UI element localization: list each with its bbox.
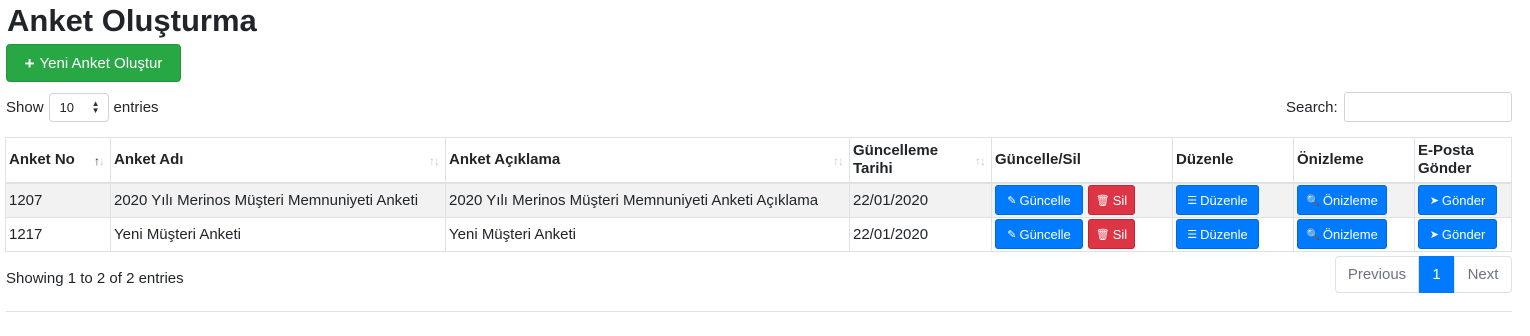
entries-label: entries: [113, 98, 159, 116]
list-icon: ☰: [1187, 194, 1198, 207]
column-header-guncelleme-tarihi[interactable]: Güncelleme Tarihi ↑↓: [849, 137, 992, 184]
entries-select-value: 10: [59, 99, 74, 115]
search-input[interactable]: [1343, 92, 1512, 122]
list-icon: ☰: [1187, 228, 1198, 241]
column-header-onizleme: Önizleme: [1293, 137, 1415, 184]
trash-icon: 🗑: [1095, 194, 1110, 207]
entries-length-control: Show 10 ▲ ▼ entries: [6, 92, 159, 122]
new-survey-button[interactable]: + Yeni Anket Oluştur: [6, 44, 181, 82]
sort-icon: ↑↓: [975, 154, 986, 168]
search-icon: 🔍: [1306, 228, 1320, 241]
cell-onizleme: 🔍 Önizleme: [1293, 216, 1415, 252]
pagination-page-1[interactable]: 1: [1419, 256, 1454, 293]
send-button[interactable]: ➤ Gönder: [1418, 219, 1497, 249]
cell-anket-aciklama: Yeni Müşteri Anketi: [445, 216, 850, 252]
column-header-anket-adi[interactable]: Anket Adı ↑↓: [110, 137, 446, 184]
cell-anket-no: 1207: [5, 182, 111, 218]
footer-divider: [6, 311, 1512, 312]
page-title: Anket Oluşturma: [7, 3, 257, 38]
table-header-row: Anket No ↑↓ Anket Adı ↑↓ Anket Açıklama …: [5, 137, 1512, 184]
edit-button[interactable]: ☰ Düzenle: [1176, 219, 1259, 249]
show-label: Show: [6, 98, 44, 116]
cell-anket-aciklama: 2020 Yılı Merinos Müşteri Memnuniyeti An…: [445, 182, 850, 218]
delete-button[interactable]: 🗑 Sil: [1088, 185, 1135, 216]
sort-asc-icon: ↑↓: [94, 154, 105, 168]
survey-table: Anket No ↑↓ Anket Adı ↑↓ Anket Açıklama …: [5, 137, 1512, 252]
cell-anket-adi: 2020 Yılı Merinos Müşteri Memnuniyeti An…: [110, 182, 446, 218]
cell-guncelleme-tarihi: 22/01/2020: [849, 216, 992, 252]
preview-button[interactable]: 🔍 Önizleme: [1297, 185, 1387, 216]
cell-e-posta-gonder: ➤ Gönder: [1414, 182, 1512, 218]
column-header-anket-no[interactable]: Anket No ↑↓: [5, 137, 111, 184]
entries-select[interactable]: 10 ▲ ▼: [48, 92, 109, 122]
pagination-previous[interactable]: Previous: [1335, 256, 1419, 293]
paper-plane-icon: ➤: [1429, 228, 1439, 241]
search-icon: 🔍: [1306, 194, 1320, 207]
select-arrows-icon: ▲ ▼: [91, 99, 100, 115]
cell-e-posta-gonder: ➤ Gönder: [1414, 216, 1512, 252]
column-header-guncelle-sil: Güncelle/Sil: [991, 137, 1173, 184]
pencil-icon: ✎: [1007, 228, 1017, 241]
column-header-anket-aciklama[interactable]: Anket Açıklama ↑↓: [445, 137, 850, 184]
plus-icon: +: [24, 53, 35, 73]
table-row: 1217 Yeni Müşteri Anketi Yeni Müşteri An…: [5, 216, 1512, 252]
table-info: Showing 1 to 2 of 2 entries: [6, 270, 184, 287]
update-button[interactable]: ✎ Güncelle: [995, 185, 1083, 216]
column-header-duzenle: Düzenle: [1172, 137, 1294, 184]
sort-icon: ↑↓: [833, 154, 844, 168]
cell-duzenle: ☰ Düzenle: [1172, 182, 1294, 218]
send-button[interactable]: ➤ Gönder: [1418, 185, 1497, 216]
cell-duzenle: ☰ Düzenle: [1172, 216, 1294, 252]
sort-icon: ↑↓: [429, 154, 440, 168]
trash-icon: 🗑: [1095, 228, 1110, 241]
pagination-next[interactable]: Next: [1454, 256, 1512, 293]
cell-guncelle-sil: ✎ Güncelle 🗑 Sil: [991, 216, 1173, 252]
cell-anket-adi: Yeni Müşteri Anketi: [110, 216, 446, 252]
search-label: Search:: [1286, 98, 1338, 116]
pagination: Previous 1 Next: [1335, 256, 1512, 293]
cell-guncelle-sil: ✎ Güncelle 🗑 Sil: [991, 182, 1173, 218]
cell-onizleme: 🔍 Önizleme: [1293, 182, 1415, 218]
column-header-e-posta-gonder: E-Posta Gönder: [1414, 137, 1512, 184]
preview-button[interactable]: 🔍 Önizleme: [1297, 219, 1387, 249]
pencil-icon: ✎: [1007, 194, 1017, 207]
delete-button[interactable]: 🗑 Sil: [1088, 219, 1135, 249]
cell-guncelleme-tarihi: 22/01/2020: [849, 182, 992, 218]
new-survey-button-label: Yeni Anket Oluştur: [39, 54, 163, 72]
edit-button[interactable]: ☰ Düzenle: [1176, 185, 1259, 216]
cell-anket-no: 1217: [5, 216, 111, 252]
table-row: 1207 2020 Yılı Merinos Müşteri Memnuniye…: [5, 182, 1512, 218]
paper-plane-icon: ➤: [1429, 194, 1439, 207]
update-button[interactable]: ✎ Güncelle: [995, 219, 1083, 249]
search-control: Search:: [1286, 92, 1512, 122]
